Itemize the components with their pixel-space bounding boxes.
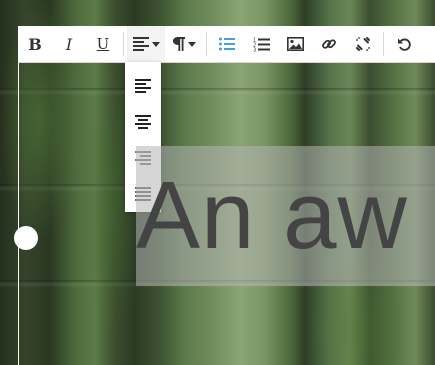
insert-link-button[interactable] — [312, 26, 346, 62]
align-center-option[interactable] — [125, 104, 161, 140]
unlink-icon — [356, 37, 370, 51]
toolbar-divider — [206, 32, 207, 56]
align-center-icon — [135, 115, 151, 129]
chevron-down-icon — [151, 41, 160, 47]
numbered-list-button[interactable]: 1 2 3 — [244, 26, 278, 62]
align-dropdown-button[interactable] — [127, 26, 165, 62]
block-drag-handle[interactable] — [14, 226, 38, 250]
bulleted-list-icon — [219, 37, 235, 51]
text-style-group: B I U — [18, 26, 120, 62]
svg-text:3: 3 — [253, 47, 256, 52]
align-left-option[interactable] — [125, 68, 161, 104]
undo-button[interactable] — [387, 26, 421, 62]
headline-block[interactable]: An aw — [136, 146, 435, 286]
link-icon — [322, 39, 336, 49]
bulleted-list-button[interactable] — [210, 26, 244, 62]
editor-toolbar: B I U 1 2 3 — [18, 26, 435, 63]
align-left-icon — [135, 79, 151, 93]
bold-button[interactable]: B — [18, 26, 52, 62]
insert-image-button[interactable] — [278, 26, 312, 62]
align-left-icon — [132, 37, 149, 51]
paragraph-icon — [172, 37, 185, 51]
image-icon — [286, 37, 304, 51]
paragraph-dropdown-button[interactable] — [165, 26, 203, 62]
bold-label: B — [28, 34, 42, 54]
toolbar-divider — [383, 32, 384, 56]
italic-label: I — [65, 34, 73, 54]
toolbar-divider — [123, 32, 124, 56]
numbered-list-icon: 1 2 3 — [253, 37, 270, 52]
editor-left-border — [18, 28, 19, 365]
headline-text[interactable]: An aw — [136, 160, 408, 272]
undo-icon — [397, 38, 411, 51]
chevron-down-icon — [187, 41, 196, 47]
italic-button[interactable]: I — [52, 26, 86, 62]
remove-link-button[interactable] — [346, 26, 380, 62]
underline-label: U — [96, 35, 110, 53]
underline-button[interactable]: U — [86, 26, 120, 62]
